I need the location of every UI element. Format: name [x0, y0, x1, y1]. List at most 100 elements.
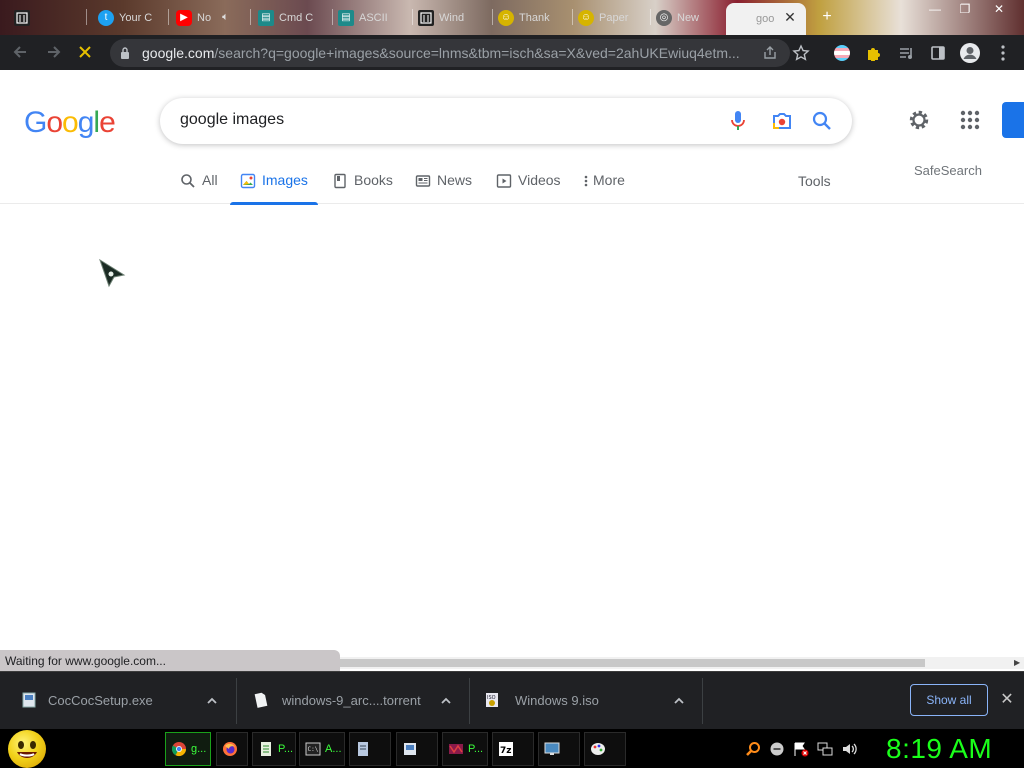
start-button-smiley-icon[interactable] [8, 730, 46, 768]
tab-videos[interactable]: Videos [496, 166, 561, 204]
taskbar-winrar[interactable]: P... [442, 732, 488, 766]
tab-news[interactable]: News [415, 166, 472, 204]
chevron-up-icon[interactable] [205, 694, 219, 708]
chevron-up-icon[interactable] [439, 694, 453, 708]
tools-button[interactable]: Tools [798, 173, 831, 189]
mouse-pointer-icon [99, 258, 126, 288]
7zip-icon: 7z [499, 742, 513, 756]
tab-paper[interactable]: ☺ Paper [574, 4, 650, 31]
search-icon[interactable] [810, 109, 834, 133]
forward-button[interactable] [40, 39, 66, 65]
newspaper-icon [415, 175, 431, 187]
taskbar-cmd[interactable]: C:\ A... [299, 732, 345, 766]
browser-menu-icon[interactable] [994, 44, 1012, 62]
back-button[interactable] [8, 39, 34, 65]
terminal-icon: ▤ [338, 9, 354, 26]
svg-text:7z: 7z [500, 746, 512, 756]
microphone-icon[interactable] [726, 109, 750, 133]
sign-in-button[interactable] [1002, 102, 1024, 138]
taskbar-notepad[interactable]: P... [252, 732, 296, 766]
bookmark-star-icon[interactable] [792, 44, 810, 62]
tab-youtube[interactable]: ▶ No 🔈︎ [172, 4, 248, 31]
logo-letter: e [99, 106, 116, 139]
tab-label: Books [354, 172, 393, 188]
library-icon [418, 9, 434, 26]
tab-library[interactable] [10, 4, 80, 31]
share-icon[interactable] [762, 45, 778, 61]
search-type-tabs: All Images Books News Videos More [0, 166, 1024, 205]
show-all-button[interactable]: Show all [910, 684, 988, 716]
tab-all[interactable]: All [180, 166, 218, 204]
minimize-button[interactable]: — [920, 0, 950, 18]
tab-windows[interactable]: Wind [414, 4, 490, 31]
task-label: g... [191, 743, 207, 755]
profile-avatar-icon[interactable] [958, 41, 982, 65]
taskbar-paint[interactable] [584, 732, 626, 766]
scrollbar-thumb[interactable] [340, 659, 925, 667]
arrow-right-icon [48, 46, 61, 58]
window-close-button[interactable]: ✕ [984, 0, 1014, 18]
tab-google-active[interactable]: goo ✕ [726, 3, 806, 35]
tab-images[interactable]: Images [230, 166, 318, 205]
taskbar-clock[interactable]: 8:19 AM [886, 733, 992, 765]
taskbar-firefox[interactable] [216, 732, 248, 766]
address-toolbar: google.com/search?q=google+images&source… [0, 35, 1024, 70]
new-tab-button[interactable]: + [812, 8, 842, 26]
address-bar[interactable]: google.com/search?q=google+images&source… [110, 39, 790, 67]
network-icon[interactable] [817, 741, 833, 757]
horizontal-scrollbar[interactable]: ▶ [340, 657, 1024, 669]
tab-label: Paper [599, 11, 629, 24]
tab-label: News [437, 172, 473, 188]
google-logo[interactable]: Google [24, 106, 116, 140]
tab-cmd[interactable]: ▤ Cmd C [254, 4, 330, 31]
media-queue-icon[interactable] [897, 44, 915, 62]
task-label: P... [278, 743, 294, 755]
tab-label: More [593, 172, 625, 188]
search-input[interactable]: google images [180, 111, 284, 129]
settings-gear-icon[interactable] [907, 108, 931, 137]
volume-icon[interactable] [841, 741, 857, 757]
extensions-puzzle-icon[interactable] [865, 44, 883, 62]
camera-lens-icon[interactable] [770, 109, 794, 133]
tab-new[interactable]: ◎ New [652, 4, 724, 31]
arrow-left-icon [13, 46, 26, 58]
scroll-right-icon[interactable]: ▶ [1014, 658, 1022, 668]
stop-loading-button[interactable] [72, 39, 98, 65]
smiley-icon: ☺ [498, 9, 514, 26]
svg-text:C:\: C:\ [308, 746, 319, 753]
close-tab-icon[interactable]: ✕ [782, 9, 798, 25]
tab-label: All [202, 172, 218, 188]
task-label: P... [468, 743, 484, 755]
minus-circle-icon[interactable] [769, 741, 785, 757]
profile-flag-icon[interactable] [833, 44, 851, 62]
taskbar-document[interactable] [349, 732, 391, 766]
taskbar-7zip[interactable]: 7z [492, 732, 534, 766]
tab-books[interactable]: Books [332, 166, 393, 204]
close-shelf-icon[interactable]: ✕ [998, 691, 1016, 709]
tab-more[interactable]: More [583, 166, 625, 204]
twitter-icon: t [98, 9, 114, 26]
side-panel-icon[interactable] [929, 44, 947, 62]
search-box[interactable]: google images [160, 98, 852, 144]
tab-thank[interactable]: ☺ Thank [494, 4, 570, 31]
flag-icon[interactable] [793, 741, 809, 757]
notepad-icon [261, 742, 271, 756]
taskbar-display[interactable] [538, 732, 580, 766]
download-item[interactable]: ISO Windows 9.iso [469, 672, 702, 730]
apps-grid-icon[interactable] [958, 108, 982, 137]
download-item[interactable]: windows-9_arc....torrent [236, 672, 469, 730]
tab-divider [86, 9, 87, 25]
download-item[interactable]: CocCocSetup.exe [0, 672, 236, 730]
tab-twitter[interactable]: t Your C [94, 4, 164, 31]
search-icon[interactable] [745, 741, 761, 757]
cmd-icon: C:\ [305, 742, 321, 756]
screen: t Your C ▶ No 🔈︎ ▤ Cmd C ▤ ASCII Wind ☺ [0, 0, 1024, 768]
disc-image-icon: ISO [486, 693, 498, 707]
taskbar-installer[interactable] [396, 732, 438, 766]
safesearch-link[interactable]: SafeSearch [914, 163, 982, 178]
taskbar-chrome[interactable]: g... [165, 732, 211, 766]
chevron-up-icon[interactable] [672, 694, 686, 708]
chrome-icon [171, 742, 187, 757]
maximize-button[interactable]: ❐ [950, 0, 980, 18]
tab-ascii[interactable]: ▤ ASCII [334, 4, 410, 31]
